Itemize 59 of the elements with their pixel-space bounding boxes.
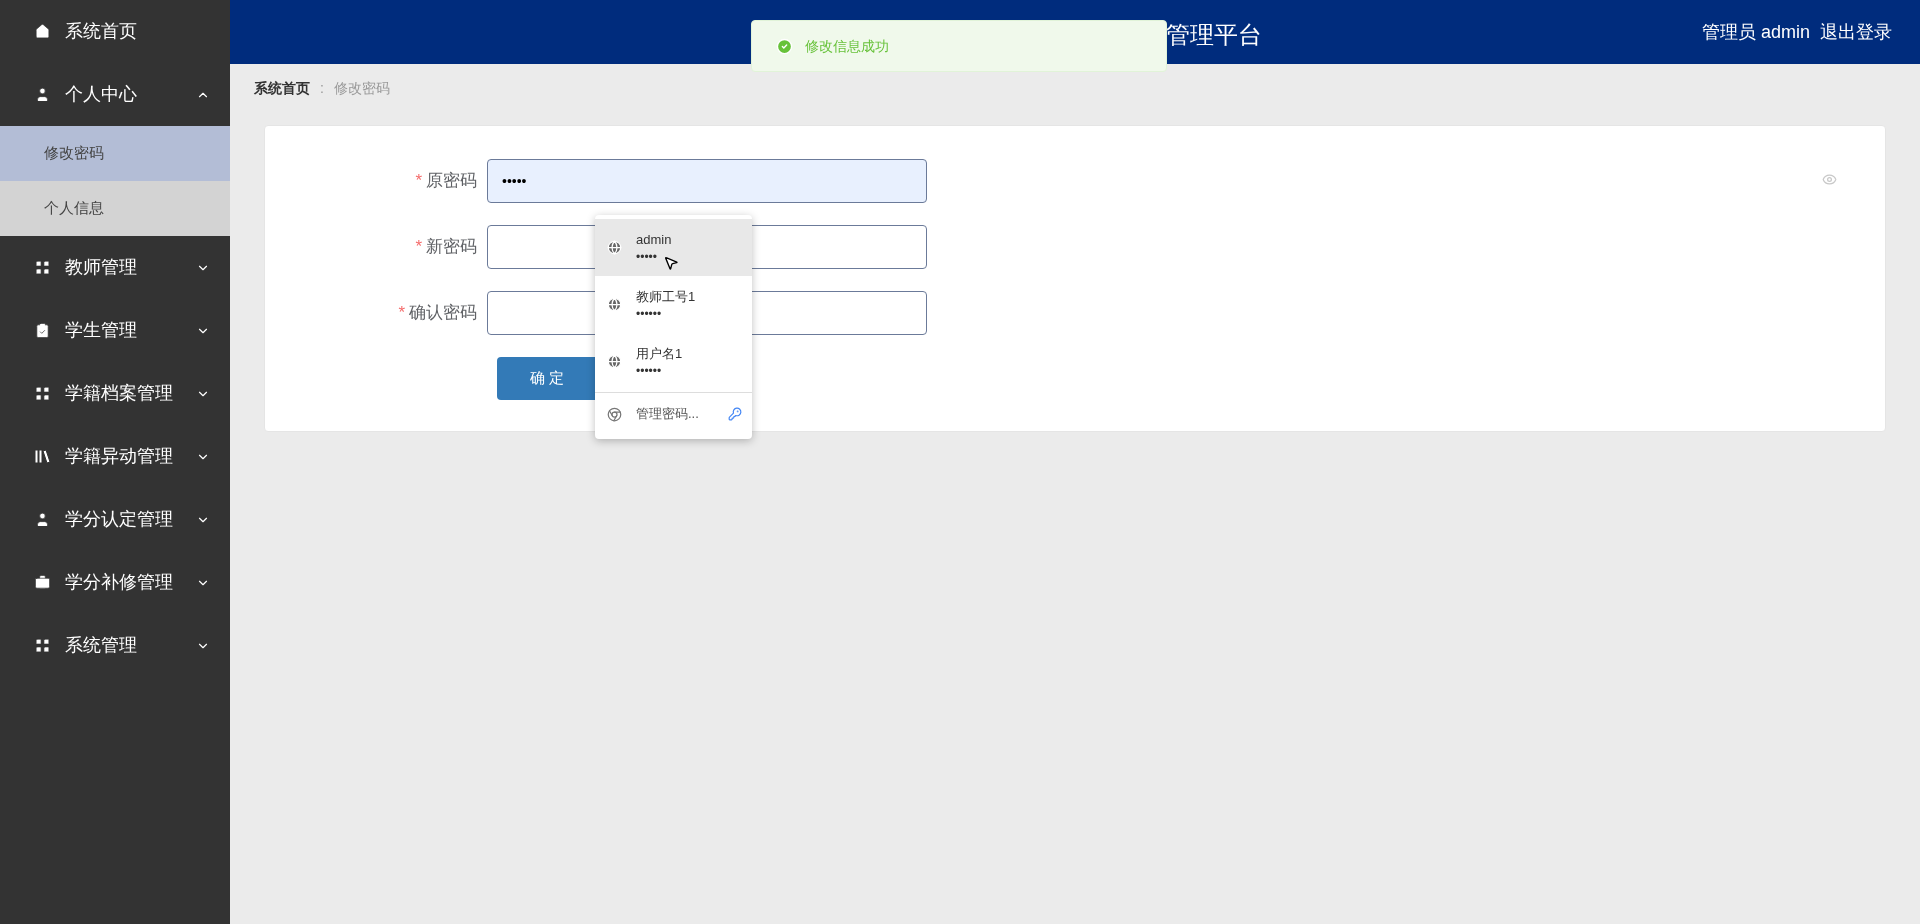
password-field[interactable]: ••••• [487,159,927,203]
globe-icon [607,240,622,255]
key-icon [728,407,742,421]
sidebar-item[interactable]: 系统管理 [0,614,230,677]
sidebar-item[interactable]: 学籍异动管理 [0,425,230,488]
required-asterisk: * [415,170,422,193]
clipboard-icon [34,322,51,339]
platform-title: 管理平台 [1166,20,1262,50]
saved-password-dots: •••••• [636,363,663,380]
sidebar-item[interactable]: 学籍档案管理 [0,362,230,425]
saved-username: 教师工号1 [636,287,696,306]
saved-password-item[interactable]: admin ••••• [595,219,752,276]
home-icon [34,23,51,40]
sidebar-label: 学籍异动管理 [65,445,174,468]
sidebar-item[interactable]: 学分认定管理 [0,488,230,551]
toast-message: 修改信息成功 [805,36,889,56]
globe-icon [607,297,622,312]
browser-icon [607,406,622,422]
saved-username: admin [636,230,672,249]
books-icon [34,448,51,465]
field-label: 原密码 [426,170,477,193]
sidebar-label: 个人中心 [65,83,138,106]
grid-icon [34,385,51,402]
sidebar-label: 学生管理 [65,319,138,342]
sidebar-label: 学分认定管理 [65,508,174,531]
saved-username: 用户名1 [636,344,683,363]
sidebar-item[interactable]: 个人中心 [0,63,230,126]
sidebar-label: 系统首页 [65,20,138,43]
grid-icon [34,637,51,654]
user-icon [34,86,51,103]
logout-link[interactable]: 退出登录 [1820,18,1892,46]
user-icon [34,511,51,528]
required-asterisk: * [415,236,422,259]
globe-icon [607,354,622,369]
field-label: 新密码 [426,236,477,259]
sidebar-item[interactable]: 系统首页 [0,0,230,63]
sidebar-item[interactable]: 学分补修管理 [0,551,230,614]
eye-icon [1822,172,1837,187]
required-asterisk: * [398,302,405,325]
saved-password-item[interactable]: 用户名1 •••••• [595,333,752,390]
grid-icon [34,259,51,276]
sidebar-item[interactable]: 学生管理 [0,299,230,362]
submenu-item[interactable]: 个人信息 [0,181,230,236]
breadcrumb-link[interactable]: 系统首页 [254,77,310,99]
cursor-icon [663,255,679,271]
saved-password-item[interactable]: 教师工号1 •••••• [595,276,752,333]
breadcrumb-separator: : [320,78,324,98]
sidebar-item[interactable]: 教师管理 [0,236,230,299]
briefcase-icon [34,574,51,591]
field-label: 确认密码 [409,302,477,325]
sidebar-label: 教师管理 [65,256,138,279]
check-icon [776,37,793,55]
sidebar-label: 学分补修管理 [65,571,174,594]
sidebar-label: 系统管理 [65,634,138,657]
sidebar-label: 学籍档案管理 [65,382,174,405]
saved-password-dots: •••••• [636,306,663,323]
user-label: 管理员 admin [1701,20,1810,44]
saved-password-dots: ••••• [636,249,658,266]
submenu-item[interactable]: 修改密码 [0,126,230,181]
